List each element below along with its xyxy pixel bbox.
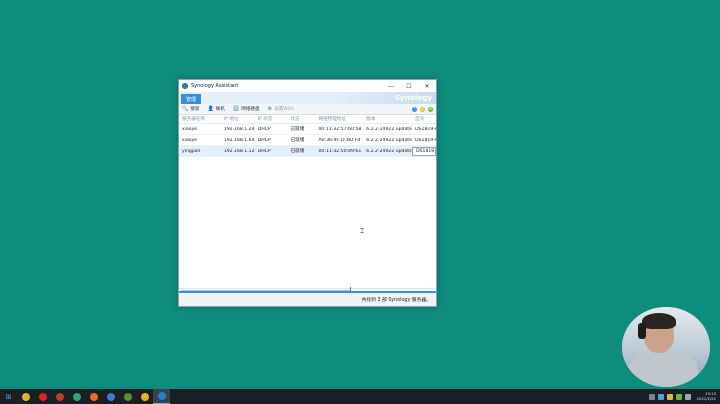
model: DS1819+ [415,137,436,143]
mouse-cursor-icon: ⌶ [360,227,365,235]
maximize-button[interactable]: ☐ [400,80,418,92]
synology-assistant-taskbar-icon [157,392,166,400]
dsm-version: 6.2.2-24922 update 4 [366,137,413,143]
app-taskbar-button-4[interactable] [68,389,85,404]
connect-button[interactable]: 👤 联机 [207,106,224,112]
ip-status: DHCP [257,126,271,132]
mac-address: 00:11:32:50:89:61 [318,148,362,154]
start-button[interactable]: ⊞ [0,389,17,404]
close-button[interactable]: ✕ [418,80,436,92]
firefox-taskbar-button[interactable] [85,389,102,404]
server-status: 已就绪 [290,127,305,132]
webcam-person-hair [642,313,676,329]
volume-icon[interactable] [684,393,691,400]
network-drive-button[interactable]: 🗄 网络硬盘 [233,106,260,112]
taskbar: ⊞ 13:13 2021/2/21 [0,389,720,404]
col-header-ip[interactable]: IP 地址 [221,116,255,122]
connect-button-label: 联机 [215,107,225,112]
synology-logo: Synology [395,94,432,102]
feedback-icon[interactable]: ☺ [420,106,425,112]
server-name: xiaojie [182,137,197,143]
chrome-icon [21,392,30,401]
ip-address: 192.168.1.64 [223,137,255,143]
tray-icon-2[interactable] [657,393,664,400]
col-header-name[interactable]: 服务器名称 [179,116,221,122]
status-bar: 共找到 3 部 Synology 服务器。 [179,291,436,306]
server-name: yingpan [182,148,201,154]
table-row[interactable]: xiaojie 192.168.1.64 DHCP 已就绪 A0:36:9F:1… [179,135,436,146]
toolbar: 🔍 搜索 👤 联机 🗄 网络硬盘 ⚙ 设置WOL ? ☺ ⚙ [179,104,436,115]
tray-icon-4[interactable] [675,393,682,400]
firefox-icon [89,392,98,401]
tray-icon-1[interactable] [648,393,655,400]
tab-bar: 管理 Synology [179,92,436,104]
table-row-selected[interactable]: yingpan 192.168.1.120 DHCP 已就绪 00:11:32:… [179,146,436,157]
title-bar[interactable]: Synology Assistant — ☐ ✕ [179,80,436,92]
user-icon: 👤 [207,106,214,112]
table-row[interactable]: xiaojie 192.168.1.242 DHCP 已就绪 00:11:32:… [179,124,436,135]
app-icon-3 [55,392,64,401]
server-status: 已就绪 [290,138,305,143]
server-name: xiaojie [182,126,197,132]
headset-icon [638,323,646,339]
app-taskbar-button-6[interactable] [102,389,119,404]
ip-status: DHCP [257,137,271,143]
window-title: Synology Assistant [191,83,239,89]
tab-manage[interactable]: 管理 [181,94,202,104]
search-button[interactable]: 🔍 搜索 [182,106,199,112]
mac-address: A0:36:9F:1F:B0:F4 [318,137,361,143]
app-icon-7 [123,392,132,401]
chrome-taskbar-button-2[interactable] [136,389,153,404]
mac-address: 00:11:32:57:60:58 [318,126,362,132]
set-wol-button[interactable]: ⚙ 设置WOL [268,106,294,112]
help-icon[interactable]: ? [412,106,417,112]
toolbar-right-icons: ? ☺ ⚙ [409,106,436,112]
clock-date: 2021/2/21 [696,395,716,401]
ip-address: 192.168.1.242 [223,126,255,132]
col-header-mac[interactable]: 网络物理地址 [315,116,363,122]
system-clock[interactable]: 13:13 2021/2/21 [696,391,716,401]
settings-icon[interactable]: ⚙ [428,106,433,112]
webcam-overlay [622,307,710,387]
ip-status: DHCP [257,148,271,154]
webcam-person-body [628,353,698,387]
dsm-version: 6.2.2-24922 update 4 [366,126,413,132]
server-status: 已就绪 [290,149,305,154]
synology-assistant-taskbar-button[interactable] [153,389,170,404]
status-text: 共找到 3 部 Synology 服务器。 [361,298,431,303]
drive-icon: 🗄 [232,106,240,112]
power-icon: ⚙ [267,106,273,112]
chrome-taskbar-button[interactable] [17,389,34,404]
minimize-button[interactable]: — [382,80,400,92]
dsm-version: 6.2.2-24922 update 3 [366,148,413,154]
col-header-ip-status[interactable]: IP 状态 [255,116,288,122]
app-taskbar-button-3[interactable] [51,389,68,404]
synology-app-icon [182,83,188,89]
chrome-icon-2 [140,392,149,401]
ip-address: 192.168.1.120 [223,148,255,154]
table-header: 服务器名称 IP 地址 IP 状态 状态 网络物理地址 版本 型号 [179,115,436,124]
search-button-label: 搜索 [190,107,200,112]
server-table: 服务器名称 IP 地址 IP 状态 状态 网络物理地址 版本 型号 xiaoji… [179,115,436,157]
network-drive-button-label: 网络硬盘 [241,107,260,112]
set-wol-button-label: 设置WOL [274,107,295,112]
col-header-status[interactable]: 状态 [288,116,316,122]
app-icon-4 [72,392,81,401]
col-header-model[interactable]: 型号 [412,116,436,122]
netease-music-taskbar-button[interactable] [34,389,51,404]
app-taskbar-button-7[interactable] [119,389,136,404]
system-tray: 13:13 2021/2/21 [646,391,720,401]
model: DS1819+ [412,146,436,156]
synology-assistant-window: Synology Assistant — ☐ ✕ 管理 Synology 🔍 搜… [178,79,437,307]
col-header-version[interactable]: 版本 [363,116,412,122]
model: DS1819+ [415,126,436,132]
app-icon-6 [106,392,115,401]
netease-music-icon [38,392,47,401]
tray-icon-3[interactable] [666,393,673,400]
search-icon: 🔍 [182,106,189,112]
